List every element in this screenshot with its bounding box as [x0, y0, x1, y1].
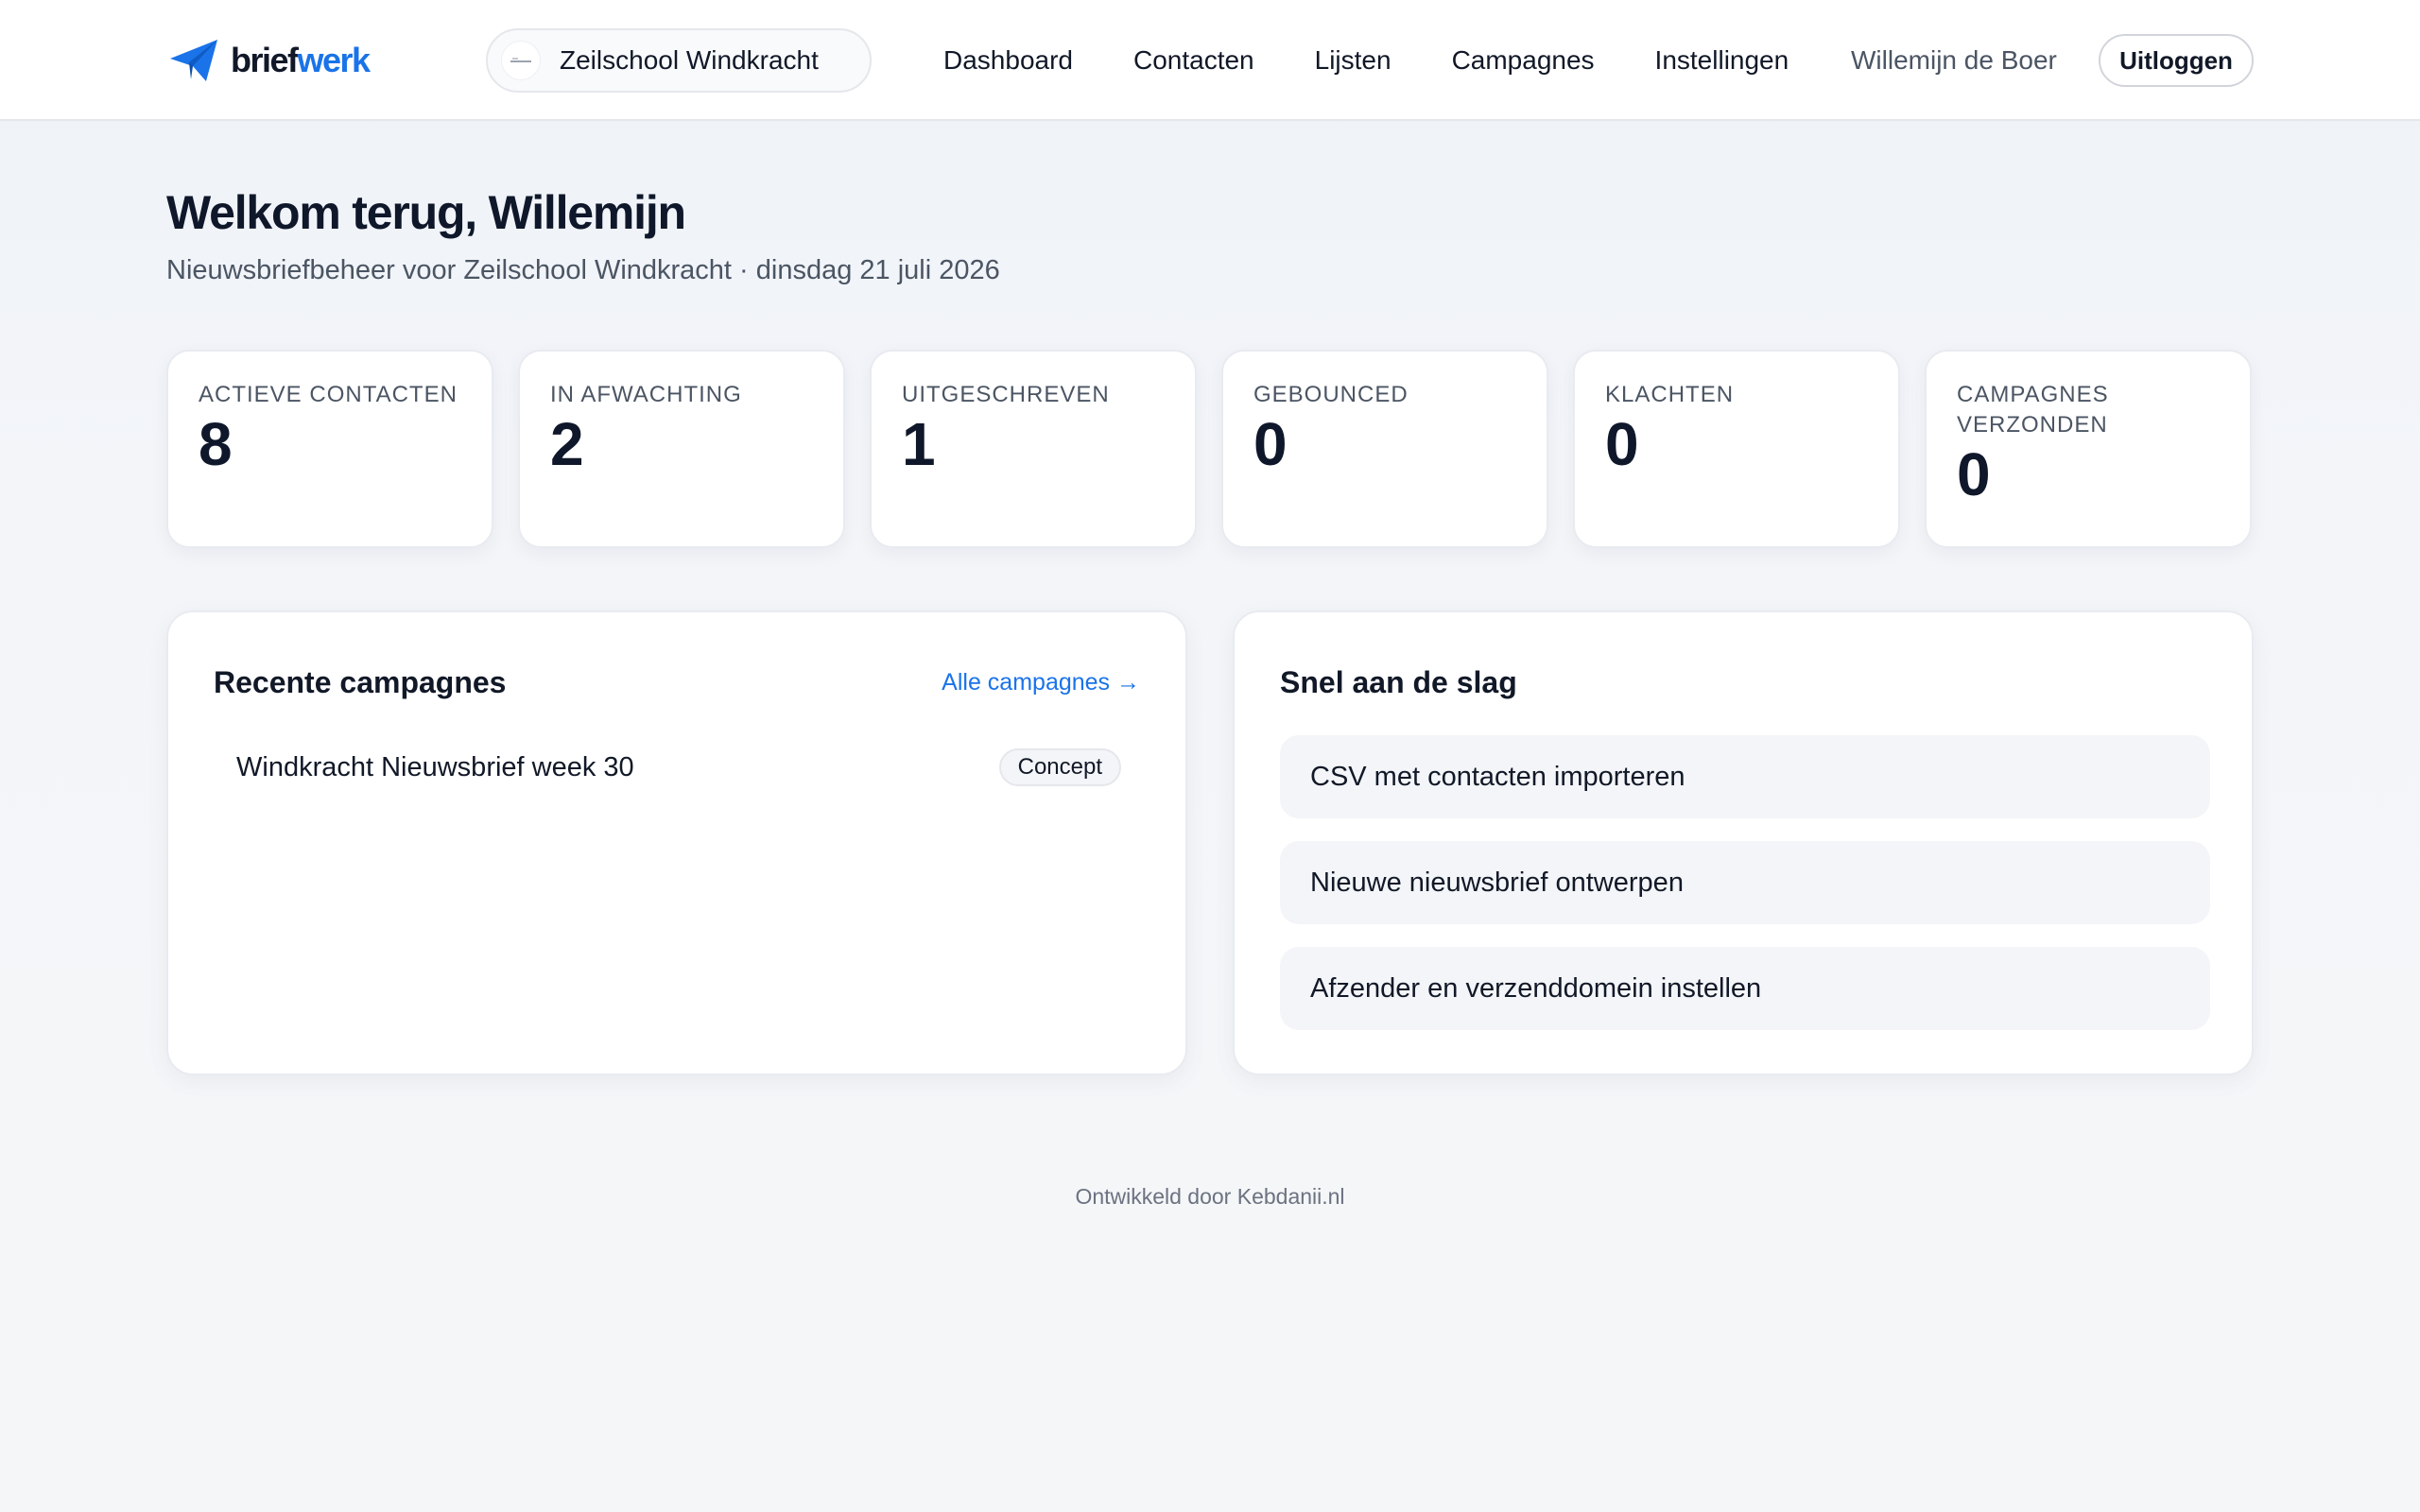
design-newsletter-action[interactable]: Nieuwe nieuwsbrief ontwerpen [1280, 841, 2210, 924]
stat-label: In afwachting [550, 382, 742, 407]
brand-name-part1: brief [231, 41, 299, 79]
stat-card-bounced: Gebounced 0 [1221, 350, 1548, 548]
organization-switcher[interactable]: Zeilschool Windkracht [486, 28, 872, 93]
campaign-name: Windkracht Nieuwsbrief week 30 [236, 752, 634, 782]
top-navigation-bar: briefwerk Zeilschool Windkracht Dashboar… [0, 0, 2420, 121]
stat-label: Klachten [1605, 382, 1735, 407]
campaign-list-item[interactable]: Windkracht Nieuwsbrief week 30 Concept [214, 731, 1144, 803]
brand-logo[interactable]: briefwerk [168, 36, 372, 85]
paper-plane-icon [170, 40, 217, 81]
nav-item-lists[interactable]: Lijsten [1315, 38, 1392, 83]
stat-label: Uitgeschreven [902, 382, 1110, 407]
nav-item-settings[interactable]: Instellingen [1655, 38, 1789, 83]
nav-item-campaigns[interactable]: Campagnes [1452, 38, 1595, 83]
page-subtitle: Nieuwsbriefbeheer voor Zeilschool Windkr… [166, 255, 1000, 285]
stat-value: 0 [1605, 410, 1639, 478]
stat-card-complaints: Klachten 0 [1573, 350, 1900, 548]
stat-value: 1 [902, 410, 936, 478]
nav-item-dashboard[interactable]: Dashboard [943, 38, 1073, 83]
footer-credit: Ontwikkeld door Kebdanii.nl [1075, 1184, 1345, 1209]
stat-value: 8 [199, 410, 233, 478]
stat-card-campaigns-sent: Campagnes verzonden 0 [1925, 350, 2252, 548]
quick-start-panel: Snel aan de slag CSV met contacten impor… [1233, 610, 2254, 1075]
logout-button[interactable]: Uitloggen [2099, 34, 2254, 87]
import-csv-action[interactable]: CSV met contacten importeren [1280, 735, 2210, 818]
configure-sender-action[interactable]: Afzender en verzenddomein instellen [1280, 947, 2210, 1030]
all-campaigns-link[interactable]: Alle campagnes → [942, 665, 1140, 699]
sailboat-logo-icon [510, 58, 531, 62]
recent-campaigns-title: Recente campagnes [214, 665, 507, 699]
organization-logo [501, 41, 541, 80]
stat-value: 0 [1957, 440, 1991, 508]
main-nav: Dashboard Contacten Lijsten Campagnes In… [943, 38, 1806, 83]
stat-value: 2 [550, 410, 584, 478]
stat-card-unsubscribed: Uitgeschreven 1 [870, 350, 1197, 548]
quick-start-title: Snel aan de slag [1280, 665, 1517, 699]
brand-name-part2: werk [297, 41, 372, 79]
user-name: Willemijn de Boer [1851, 45, 2057, 75]
stat-label: Gebounced [1253, 382, 1409, 407]
stat-card-pending: In afwachting 2 [518, 350, 845, 548]
nav-item-contacts[interactable]: Contacten [1133, 38, 1254, 83]
stat-label: Actieve contacten [199, 382, 458, 407]
recent-campaigns-panel: Recente campagnes Alle campagnes → Windk… [166, 610, 1187, 1075]
stat-value: 0 [1253, 410, 1288, 478]
page-title: Welkom terug, Willemijn [166, 186, 686, 239]
brand-name: briefwerk [231, 36, 372, 85]
organization-name: Zeilschool Windkracht [560, 45, 819, 75]
campaign-status-badge: Concept [998, 748, 1121, 786]
stat-label: Campagnes verzonden [1957, 382, 2109, 438]
stat-card-active-contacts: Actieve contacten 8 [166, 350, 493, 548]
